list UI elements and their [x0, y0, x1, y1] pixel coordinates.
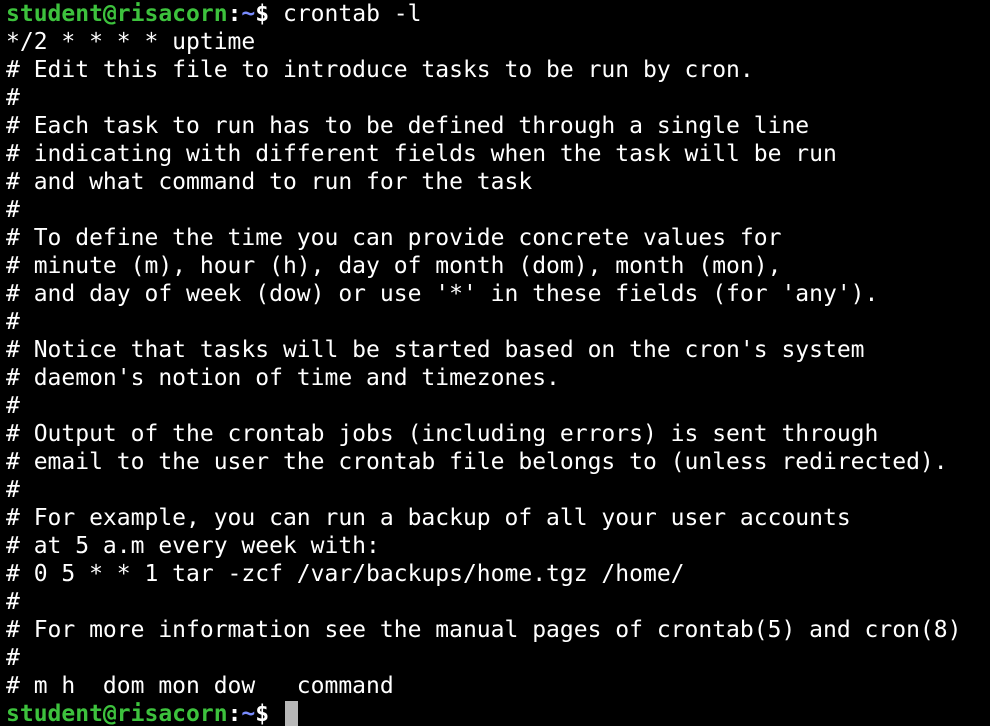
output-line: # Notice that tasks will be started base…	[6, 337, 865, 363]
output-line: # email to the user the crontab file bel…	[6, 449, 948, 475]
output-line: # at 5 a.m every week with:	[6, 533, 380, 559]
output-line: # Output of the crontab jobs (including …	[6, 421, 879, 447]
output-line: #	[6, 393, 20, 419]
active-prompt-line[interactable]: student@risacorn:~$	[6, 700, 990, 726]
text-cursor[interactable]	[284, 701, 298, 726]
output-line: # and day of week (dow) or use '*' in th…	[6, 281, 879, 307]
terminal-window[interactable]: student@risacorn:~$ crontab -l */2 * * *…	[0, 0, 990, 726]
output-line: # Each task to run has to be defined thr…	[6, 113, 810, 139]
output-line: # For more information see the manual pa…	[6, 617, 962, 643]
output-line: # Edit this file to introduce tasks to b…	[6, 57, 754, 83]
prompt-symbol: $	[255, 701, 283, 726]
prompt-colon: :	[227, 1, 242, 27]
output-line: #	[6, 477, 20, 503]
prompt-symbol: $	[255, 1, 270, 27]
prompt-colon: :	[227, 701, 242, 726]
prompt-user-host: student@risacorn	[6, 1, 228, 27]
entered-command: crontab -l	[269, 1, 422, 27]
prompt-path: ~	[241, 701, 256, 726]
prompt-path: ~	[241, 1, 256, 27]
output-line: # m h dom mon dow command	[6, 673, 394, 699]
prompt-user-host: student@risacorn	[6, 701, 228, 726]
output-line: # For example, you can run a backup of a…	[6, 505, 851, 531]
output-line: # 0 5 * * 1 tar -zcf /var/backups/home.t…	[6, 561, 685, 587]
output-line: #	[6, 645, 20, 671]
output-line: # minute (m), hour (h), day of month (do…	[6, 253, 782, 279]
command-output: */2 * * * * uptime # Edit this file to in…	[6, 28, 990, 700]
command-line: student@risacorn:~$ crontab -l	[6, 0, 990, 28]
output-line: # daemon's notion of time and timezones.	[6, 365, 560, 391]
output-line: # To define the time you can provide con…	[6, 225, 782, 251]
output-line: # and what command to run for the task	[6, 169, 533, 195]
output-line: #	[6, 85, 20, 111]
output-line: # indicating with different fields when …	[6, 141, 837, 167]
output-line: #	[6, 197, 20, 223]
output-line: #	[6, 589, 20, 615]
output-line: */2 * * * * uptime	[6, 29, 256, 55]
output-line: #	[6, 309, 20, 335]
